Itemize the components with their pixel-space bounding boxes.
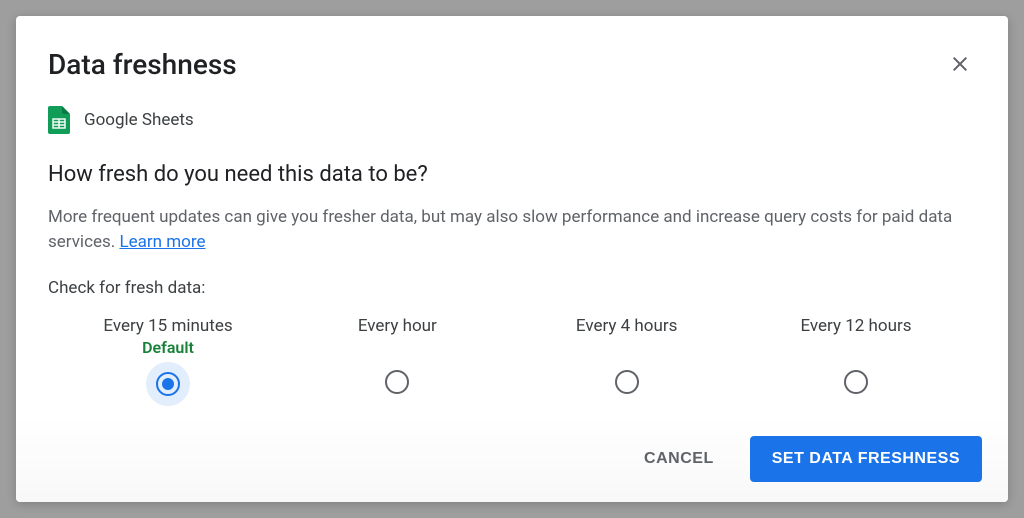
check-fresh-label: Check for fresh data: [48,278,976,298]
set-data-freshness-button[interactable]: SET DATA FRESHNESS [750,436,982,482]
freshness-description: More frequent updates can give you fresh… [48,205,976,254]
option-label: Every hour [358,316,437,336]
cancel-button[interactable]: CANCEL [626,438,732,480]
close-button[interactable] [944,48,976,84]
option-12-hours[interactable]: Every 12 hours [746,316,966,396]
close-icon [948,52,972,76]
freshness-question: How fresh do you need this data to be? [48,162,976,187]
radio-unselected-icon [615,370,639,394]
data-source-name: Google Sheets [84,110,194,130]
radio-selected-icon [156,372,180,396]
radio-unselected-icon [385,370,409,394]
option-4-hours[interactable]: Every 4 hours [517,316,737,396]
radio-unselected-icon [844,370,868,394]
dialog-header: Data freshness [48,48,976,84]
option-label: Every 15 minutes [103,316,232,336]
default-badge: Default [142,338,194,358]
option-every-hour[interactable]: Every hour [287,316,507,396]
option-label: Every 12 hours [800,316,911,336]
google-sheets-icon [48,106,70,134]
freshness-options: Every 15 minutes Default Every hour Ever… [48,316,976,396]
data-freshness-dialog: Data freshness Google Sheets How fresh d… [16,16,1008,502]
dialog-title: Data freshness [48,48,237,81]
data-source-row: Google Sheets [48,106,976,134]
learn-more-link[interactable]: Learn more [119,232,205,252]
option-label: Every 4 hours [576,316,678,336]
dialog-footer: CANCEL SET DATA FRESHNESS [16,416,1008,502]
option-15-minutes[interactable]: Every 15 minutes Default [58,316,278,396]
